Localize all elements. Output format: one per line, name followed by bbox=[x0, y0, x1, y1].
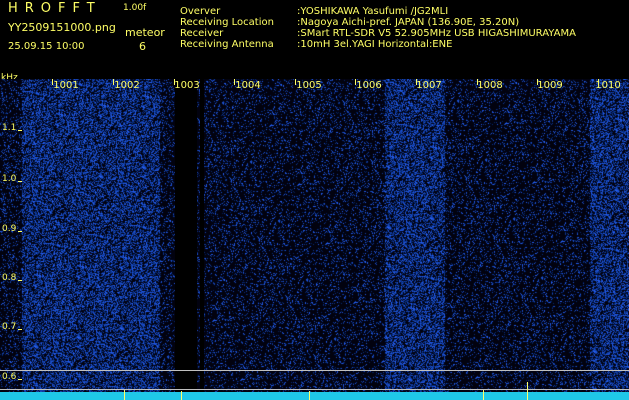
y-tick-mark bbox=[18, 130, 22, 131]
y-tick-mark bbox=[18, 181, 22, 182]
spectrogram: 1001 1002 1003 1004 1005 1006 1007 1008 … bbox=[0, 79, 629, 400]
info-label-observer: Overver bbox=[180, 6, 221, 17]
x-tick-label: 1002 bbox=[114, 80, 140, 91]
y-tick-label: 0.9 bbox=[2, 224, 17, 234]
signal-spike bbox=[181, 391, 182, 400]
signal-spike bbox=[527, 382, 528, 400]
meteor-label: meteor bbox=[125, 26, 165, 39]
y-tick-label: 1.1 bbox=[2, 123, 17, 133]
gap-band bbox=[175, 79, 197, 400]
x-tick-label: 1001 bbox=[53, 80, 79, 91]
info-label-location: Receiving Location bbox=[180, 17, 274, 28]
signal-baseline bbox=[0, 392, 629, 400]
timestamp: 25.09.15 10:00 bbox=[8, 41, 85, 52]
gap-band bbox=[200, 79, 204, 400]
x-tick-label: 1004 bbox=[235, 80, 261, 91]
info-label-antenna: Receiving Antenna bbox=[180, 39, 274, 50]
reference-line bbox=[0, 389, 629, 390]
file-name: YY2509151000.png bbox=[8, 21, 116, 34]
y-tick-mark bbox=[18, 379, 22, 380]
app-version: 1.00f bbox=[123, 3, 147, 13]
x-tick-label: 1003 bbox=[174, 80, 200, 91]
spectrogram-noise bbox=[0, 79, 629, 400]
y-tick-label: 0.6 bbox=[2, 372, 17, 382]
y-tick-mark bbox=[18, 280, 22, 281]
info-labels: Overver Receiving Location Receiver Rece… bbox=[180, 6, 274, 50]
reference-line bbox=[0, 370, 629, 371]
y-tick-mark bbox=[18, 231, 22, 232]
y-tick-label: 0.7 bbox=[2, 322, 17, 332]
x-tick-label: 1010 bbox=[595, 80, 621, 91]
y-tick-label: 0.8 bbox=[2, 273, 17, 283]
info-value-antenna: :10mH 3el.YAGI Horizontal:ENE bbox=[297, 39, 453, 50]
x-tick-label: 1006 bbox=[356, 80, 382, 91]
x-tick-label: 1007 bbox=[416, 80, 442, 91]
meteor-count: 6 bbox=[139, 40, 146, 53]
app-title: HROFFT bbox=[8, 1, 102, 16]
info-value-observer: :YOSHIKAWA Yasufumi /JG2MLI bbox=[297, 6, 449, 17]
x-tick-label: 1005 bbox=[296, 80, 322, 91]
signal-spike bbox=[309, 391, 310, 400]
y-tick-label: 1.0 bbox=[2, 174, 17, 184]
signal-spike bbox=[124, 390, 125, 400]
info-value-location: :Nagoya Aichi-pref. JAPAN (136.90E, 35.2… bbox=[297, 17, 520, 28]
signal-spike bbox=[483, 390, 484, 400]
x-tick-label: 1009 bbox=[537, 80, 563, 91]
info-values: :YOSHIKAWA Yasufumi /JG2MLI :Nagoya Aich… bbox=[297, 6, 576, 50]
info-value-receiver: :SMart RTL-SDR V5 52.905MHz USB HIGASHIM… bbox=[297, 28, 576, 39]
info-label-receiver: Receiver bbox=[180, 28, 224, 39]
x-tick-label: 1008 bbox=[477, 80, 503, 91]
y-tick-mark bbox=[18, 329, 22, 330]
